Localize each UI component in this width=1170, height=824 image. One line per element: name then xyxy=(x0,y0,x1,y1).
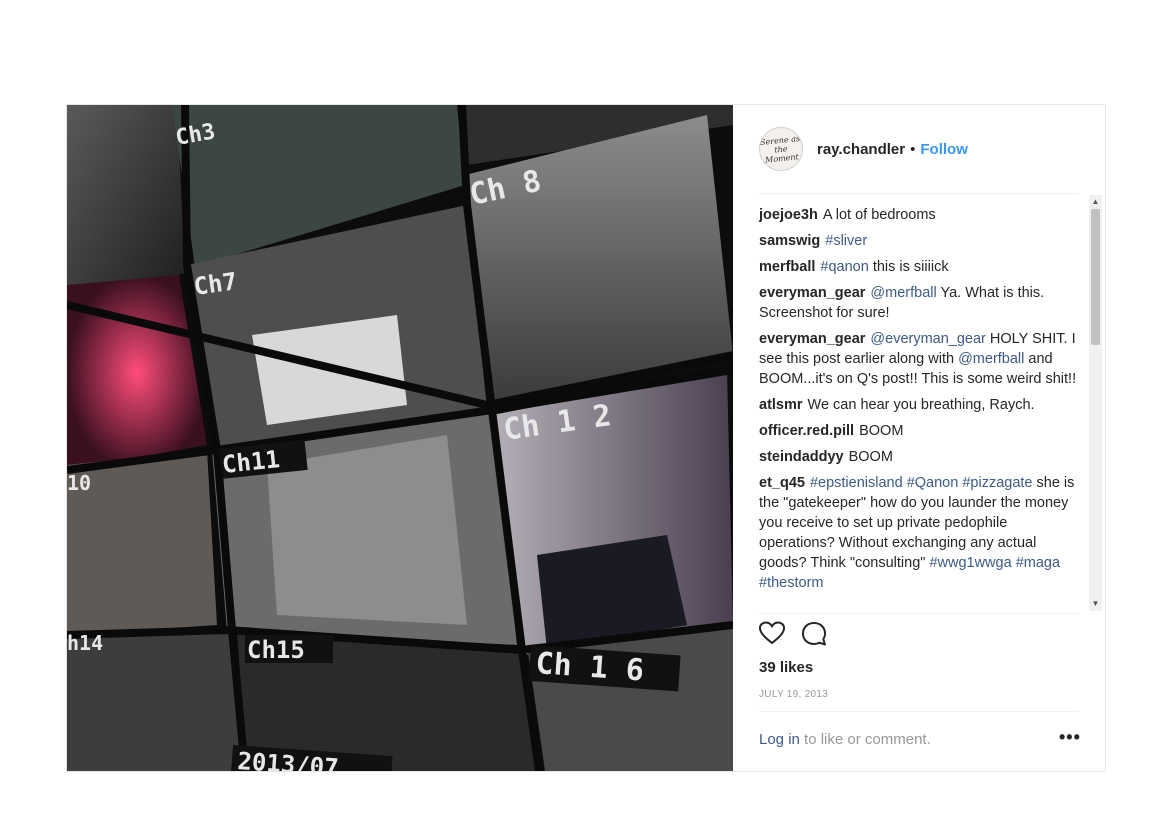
comment-text: BOOM xyxy=(859,423,904,439)
author-username[interactable]: ray.chandler xyxy=(817,141,905,158)
comment-tag-link[interactable]: #thestorm xyxy=(759,575,823,591)
avatar-text: Serene as the Moment xyxy=(759,133,801,165)
comment-text: A lot of bedrooms xyxy=(822,207,936,223)
comment-tag-link[interactable]: @everyman_gear xyxy=(870,331,985,347)
channel-label: 10 xyxy=(67,471,91,495)
comments-scrollbar[interactable]: ▲ ▼ xyxy=(1089,195,1102,611)
channel-label: Ch7 xyxy=(192,267,239,301)
comment-username[interactable]: joejoe3h xyxy=(759,207,818,223)
comment-username[interactable]: samswig xyxy=(759,233,820,249)
comment-username[interactable]: et_q45 xyxy=(759,475,805,491)
action-bar xyxy=(759,621,827,647)
header-divider xyxy=(759,193,1079,194)
cctv-monitor-wall-image: Ch3 Ch 8 Ch7 Ch 1 2 Ch11 10 h14 Ch15 Ch … xyxy=(67,105,733,771)
post-photo[interactable]: Ch3 Ch 8 Ch7 Ch 1 2 Ch11 10 h14 Ch15 Ch … xyxy=(67,105,733,771)
footer-divider xyxy=(759,711,1079,712)
comment-tag-link[interactable]: #Qanon xyxy=(907,475,959,491)
heart-icon[interactable] xyxy=(759,621,785,647)
comment-item: samswig #sliver xyxy=(759,231,1077,251)
comment-item: everyman_gear @everyman_gear HOLY SHIT. I… xyxy=(759,329,1077,389)
comment-item: merfball #qanon this is siiiick xyxy=(759,257,1077,277)
scrollbar-thumb[interactable] xyxy=(1091,209,1100,345)
avatar[interactable]: Serene as the Moment xyxy=(759,127,803,171)
comment-item: atlsmr We can hear you breathing, Raych. xyxy=(759,395,1077,415)
arrow-down-icon[interactable]: ▼ xyxy=(1089,597,1102,611)
comment-item: et_q45 #epstienisland #Qanon #pizzagate s… xyxy=(759,473,1077,593)
follow-button[interactable]: Follow xyxy=(920,141,968,158)
comment-tag-link[interactable]: @merfball xyxy=(958,351,1024,367)
comment-username[interactable]: steindaddyy xyxy=(759,449,844,465)
login-prompt-text: to like or comment. xyxy=(799,731,931,748)
post-header: Serene as the Moment ray.chandler • Foll… xyxy=(759,127,968,171)
comment-tag-link[interactable]: #sliver xyxy=(825,233,867,249)
channel-label: Ch15 xyxy=(247,636,305,664)
more-options-button[interactable]: ••• xyxy=(1059,727,1081,748)
comment-tag-link[interactable]: @merfball xyxy=(870,285,936,301)
comment-bubble-icon[interactable] xyxy=(801,621,827,647)
channel-label: h14 xyxy=(67,631,103,655)
comment-item: everyman_gear @merfball Ya. What is this.… xyxy=(759,283,1077,323)
comment-item: steindaddyy BOOM xyxy=(759,447,1077,467)
likes-count[interactable]: 39 likes xyxy=(759,659,813,676)
comments-list[interactable]: joejoe3h A lot of bedrooms samswig #sliver m… xyxy=(759,205,1077,609)
post-sidebar: Serene as the Moment ray.chandler • Foll… xyxy=(733,105,1105,771)
comment-item: officer.red.pill BOOM xyxy=(759,421,1077,441)
login-link[interactable]: Log in xyxy=(759,731,800,748)
comment-tag-link[interactable]: #maga xyxy=(1016,555,1060,571)
comment-text: We can hear you breathing, Raych. xyxy=(807,397,1035,413)
login-prompt: Log in to like or comment. xyxy=(759,731,1079,748)
separator-dot: • xyxy=(910,140,916,158)
comment-text: BOOM xyxy=(848,449,893,465)
comment-tag-link[interactable]: #epstienisland xyxy=(810,475,903,491)
arrow-up-icon[interactable]: ▲ xyxy=(1089,195,1102,209)
comment-username[interactable]: everyman_gear xyxy=(759,285,865,301)
comment-text: this is siiiick xyxy=(868,259,949,275)
comment-username[interactable]: everyman_gear xyxy=(759,331,865,347)
comment-username[interactable]: merfball xyxy=(759,259,815,275)
instagram-post: Ch3 Ch 8 Ch7 Ch 1 2 Ch11 10 h14 Ch15 Ch … xyxy=(66,104,1106,772)
post-date[interactable]: JULY 19, 2013 xyxy=(759,689,828,700)
comment-tag-link[interactable]: #wwg1wwga xyxy=(929,555,1011,571)
comment-item: joejoe3h A lot of bedrooms xyxy=(759,205,1077,225)
comments-divider xyxy=(759,613,1079,614)
comment-tag-link[interactable]: #qanon xyxy=(820,259,868,275)
comment-username[interactable]: officer.red.pill xyxy=(759,423,854,439)
comment-tag-link[interactable]: #pizzagate xyxy=(962,475,1032,491)
comment-username[interactable]: atlsmr xyxy=(759,397,803,413)
